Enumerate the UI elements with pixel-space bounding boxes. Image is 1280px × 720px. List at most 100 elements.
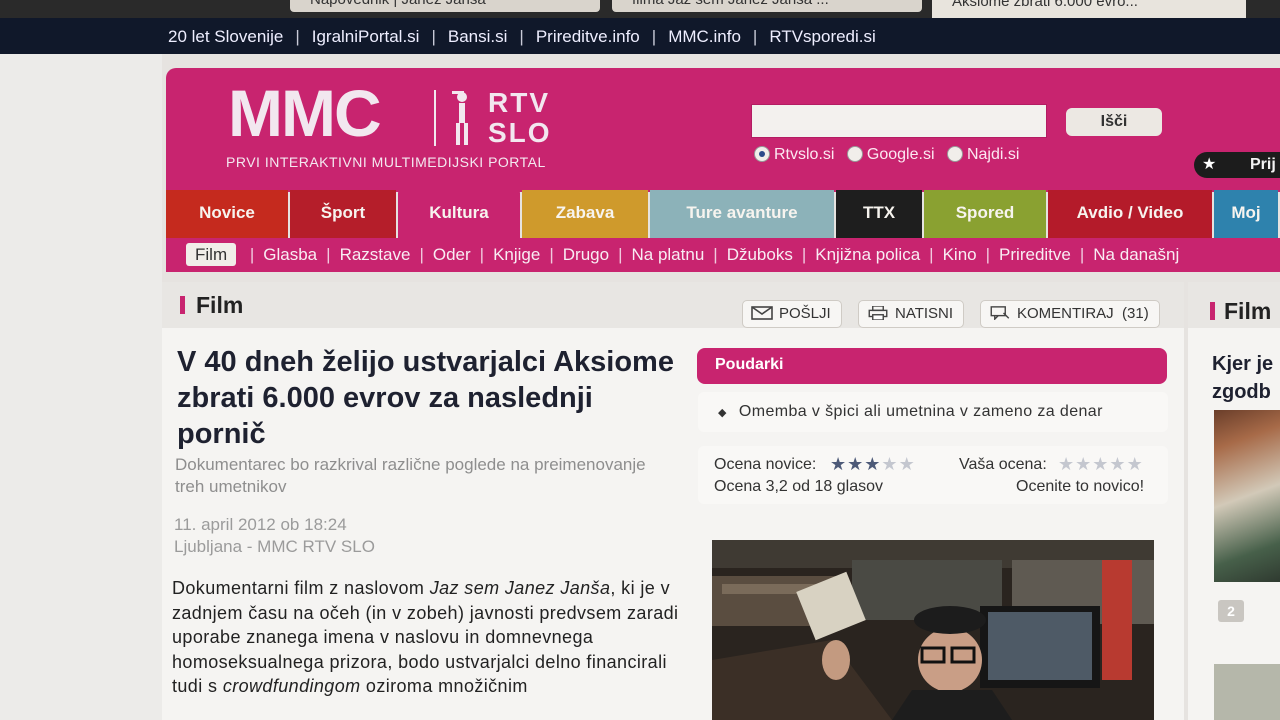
section-title: Film [196,292,244,318]
nav-tab-novice[interactable]: Novice [166,190,288,238]
subnav-separator: | [713,245,718,264]
subnav-separator: | [419,245,424,264]
rating-summary: Ocena 3,2 od 18 glasov [714,478,884,495]
article-headline: V 40 dneh želijo ustvarjalci Aksiome zbr… [177,346,674,450]
star-empty-icon[interactable]: ★ [1075,454,1092,474]
star-empty-icon[interactable]: ★ [1127,454,1144,474]
login-button[interactable]: ★ Prij [1194,152,1280,178]
logo-tagline: PRVI INTERAKTIVNI MULTIMEDIJSKI PORTAL [226,154,546,170]
search-button[interactable]: Išči [1066,108,1162,136]
nav-tab-moj[interactable]: Moj [1214,190,1278,238]
nav-tab-avdio-video[interactable]: Avdio / Video [1048,190,1212,238]
star-empty-icon: ★ [881,454,899,474]
browser-tab[interactable]: filma Jaz sem Janez Janša ... [612,0,922,12]
browser-tab[interactable]: Napovednik | Janez Janša [290,0,600,12]
send-button[interactable]: POŠLJI [742,300,842,328]
subnav-separator: | [929,245,934,264]
subnav-item[interactable]: Na platnu [632,245,705,264]
article-photo[interactable] [712,540,1154,720]
subnav-item[interactable]: Knjižna polica [815,245,920,264]
subnav-item[interactable]: Drugo [563,245,609,264]
comment-button[interactable]: KOMENTIRAJ (31) [980,300,1160,328]
star-filled-icon: ★ [830,454,848,474]
right-article-title[interactable]: Kjer je zgodb [1212,350,1273,406]
right-section-header: Film [1188,282,1280,328]
subnav-item[interactable]: Oder [433,245,471,264]
nav-tab-spored[interactable]: Spored [924,190,1046,238]
top-link[interactable]: 20 let Slovenije [168,27,283,46]
subnav-item[interactable]: Džuboks [727,245,793,264]
nav-tab-kultura[interactable]: Kultura [398,190,520,242]
radio-google[interactable]: Google.si [846,146,935,164]
subnav-separator: | [249,245,255,264]
top-link[interactable]: Prireditve.info [536,27,640,46]
highlight-item[interactable]: ◆ Omemba v špici ali umetnina v zameno za… [698,392,1168,432]
highlights-header: Poudarki [697,348,1167,384]
subnav-item[interactable]: Prireditve [999,245,1071,264]
rate-cta[interactable]: Ocenite to novico! [1016,478,1144,496]
subnav-separator: | [618,245,623,264]
subnav-separator: | [549,245,554,264]
subnav-item[interactable]: Razstave [340,245,411,264]
site-header: MMC RTV SLO PRVI INTERAKTIVNI MULTIMEDIJS… [166,68,1280,192]
star-icon: ★ [1202,156,1217,173]
nav-tab-zabava[interactable]: Zabava [522,190,648,238]
right-article-image[interactable] [1214,410,1280,582]
search-input[interactable] [751,104,1047,138]
nav-tab-ttx[interactable]: TTX [836,190,922,238]
main-nav: Novice Šport Kultura Zabava Ture avanture TTX… [166,190,1280,242]
star-filled-icon: ★ [847,454,865,474]
nav-tab-šport[interactable]: Šport [290,190,396,238]
article-subtitle: Dokumentarec bo razkrival različne pogle… [175,455,646,496]
browser-tabbar: Napovednik | Janez Janša filma Jaz sem J… [0,0,1280,22]
rating-label: Ocena novice: [714,456,817,473]
logo-rtvslo: RTV SLO [488,87,552,148]
nav-tab-ture-avanture[interactable]: Ture avanture [650,190,834,238]
subnav-item[interactable]: Na današnj [1093,245,1179,264]
article-meta: 11. april 2012 ob 18:24 Ljubljana - MMC … [174,514,375,558]
rating-box: Ocena novice: ★★★★★ Ocena 3,2 od 18 glas… [698,446,1168,504]
star-empty-icon[interactable]: ★ [1058,454,1075,474]
section-header: Film POŠLJI NATISNI KOMENTIRAJ (31) [162,282,1184,328]
star-empty-icon[interactable]: ★ [1109,454,1126,474]
article-date: 11. april 2012 ob 18:24 [174,515,347,534]
subnav-item[interactable]: Knjige [493,245,540,264]
main-content: Film POŠLJI NATISNI KOMENTIRAJ (31) V 40… [162,282,1184,720]
right-column: Film Kjer je zgodb 2 [1188,282,1280,720]
top-link[interactable]: IgralniPortal.si [312,27,420,46]
radio-najdi[interactable]: Najdi.si [946,146,1019,164]
star-filled-icon: ★ [864,454,882,474]
right-section-title: Film [1224,298,1272,324]
star-empty-icon: ★ [898,454,916,474]
subnav-separator: | [479,245,485,264]
top-link[interactable]: Bansi.si [448,27,508,46]
news-rating-stars: ★★★★★ [830,454,916,475]
section-marker [1210,302,1215,320]
user-rating-stars[interactable]: ★★★★★ [1058,454,1144,475]
subnav-separator: | [1079,245,1085,264]
logo-divider [434,90,436,146]
trumpeter-icon [452,91,468,145]
radio-rtvslo[interactable]: Rtvslo.si [754,146,834,164]
user-rating-label: Vaša ocena: [959,456,1047,473]
comment-count-badge[interactable]: 2 [1218,600,1244,622]
article-body: Dokumentarni film z naslovom Jaz sem Jan… [172,578,679,696]
subnav-item-film[interactable]: Film [186,243,237,266]
subnav-item[interactable]: Glasba [263,245,317,264]
section-marker [180,296,185,314]
top-link[interactable]: MMC.info [668,27,741,46]
printer-icon [868,306,888,320]
subnav-separator: | [801,245,807,264]
subnav-separator: | [985,245,991,264]
diamond-bullet-icon: ◆ [718,407,727,419]
left-margin [0,54,162,720]
top-links-bar: 20 let Slovenije | IgralniPortal.si | Bansi.… [0,18,1280,54]
top-link[interactable]: RTVsporedi.si [769,27,875,46]
star-empty-icon[interactable]: ★ [1092,454,1109,474]
right-article-image-2[interactable] [1214,664,1280,720]
subnav-item[interactable]: Kino [943,245,977,264]
article-location: Ljubljana - MMC RTV SLO [174,537,375,556]
search-engine-options: Rtvslo.si Google.si Najdi.si [754,146,1027,164]
print-button[interactable]: NATISNI [858,300,965,328]
logo-mmc[interactable]: MMC [228,80,382,146]
